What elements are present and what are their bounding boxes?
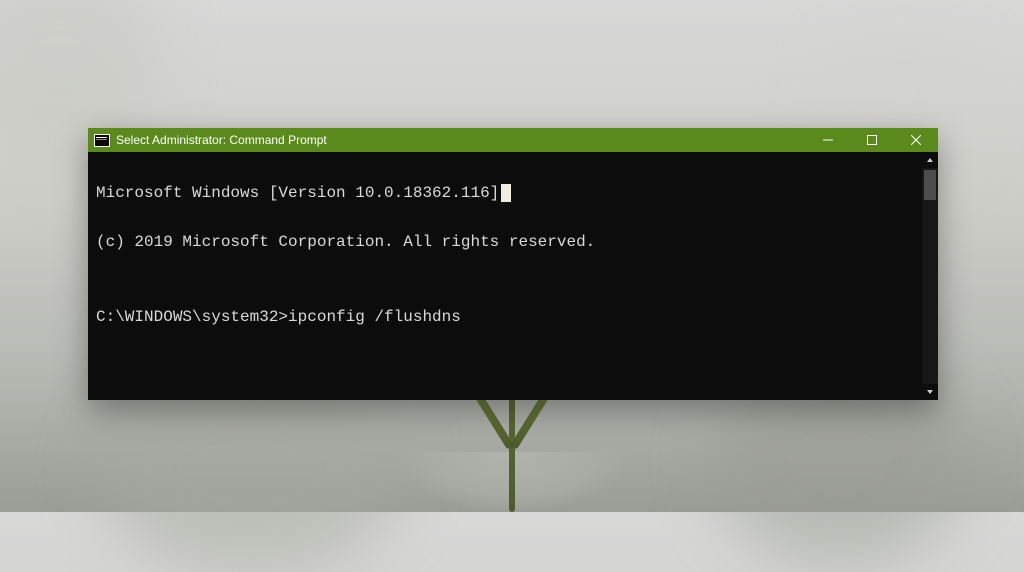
vertical-scrollbar[interactable] (922, 152, 938, 400)
cmd-icon (94, 134, 110, 147)
terminal-line: (c) 2019 Microsoft Corporation. All righ… (96, 230, 932, 255)
window-title: Select Administrator: Command Prompt (116, 133, 327, 147)
terminal-output[interactable]: Microsoft Windows [Version 10.0.18362.11… (88, 152, 938, 400)
scroll-down-arrow-icon[interactable] (922, 384, 938, 400)
minimize-button[interactable] (806, 128, 850, 152)
scroll-track[interactable] (922, 168, 938, 384)
terminal-line: Microsoft Windows [Version 10.0.18362.11… (96, 184, 499, 202)
command-prompt-window: Select Administrator: Command Prompt Mic… (88, 128, 938, 400)
scroll-thumb[interactable] (924, 170, 936, 200)
terminal-line: C:\WINDOWS\system32>ipconfig /flushdns (96, 305, 932, 330)
desktop-background-plant (509, 392, 515, 512)
close-button[interactable] (894, 128, 938, 152)
maximize-button[interactable] (850, 128, 894, 152)
text-selection-cursor (501, 184, 511, 202)
titlebar[interactable]: Select Administrator: Command Prompt (88, 128, 938, 152)
scroll-up-arrow-icon[interactable] (922, 152, 938, 168)
